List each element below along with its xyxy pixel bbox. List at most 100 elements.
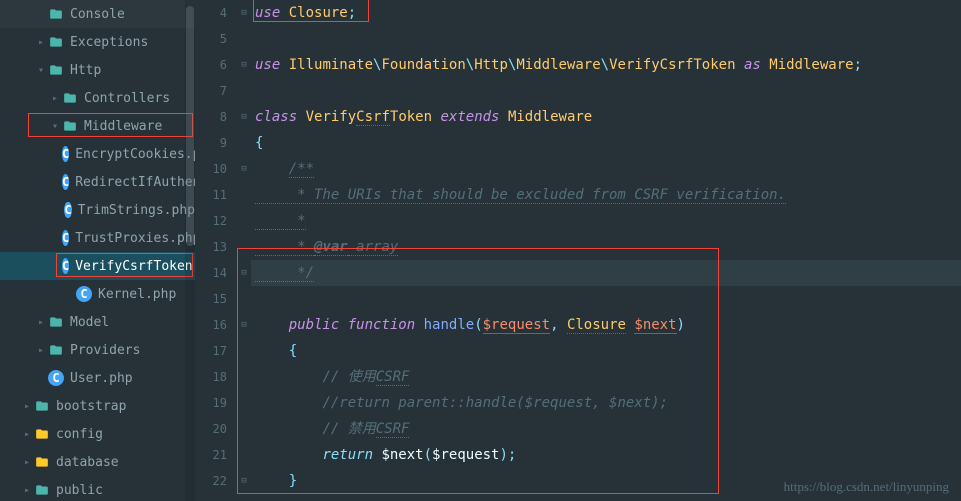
tree-item-providers[interactable]: ▸ Providers — [0, 336, 195, 364]
line-number: 10 — [195, 156, 227, 182]
line-number: 4 — [195, 0, 227, 26]
code-line[interactable]: use Illuminate\Foundation\Http\Middlewar… — [251, 52, 961, 78]
line-number: 16 — [195, 312, 227, 338]
fold-mark[interactable] — [237, 26, 251, 52]
php-file-icon: C — [62, 146, 69, 162]
fold-mark[interactable]: ⊟ — [237, 104, 251, 130]
fold-mark[interactable] — [237, 208, 251, 234]
code-line[interactable]: { — [251, 130, 961, 156]
tree-item-label: Providers — [70, 343, 140, 358]
line-number: 20 — [195, 416, 227, 442]
line-number: 12 — [195, 208, 227, 234]
folder-icon — [34, 482, 50, 498]
highlight-box-use-closure — [253, 0, 369, 22]
code-editor[interactable]: 45678910111213141516171819202122 ⊟⊟⊟⊟⊟⊟⊟… — [195, 0, 961, 501]
tree-arrow-icon[interactable]: ▸ — [20, 429, 34, 440]
file-tree[interactable]: Console ▸ Exceptions ▾Http ▸ Controllers ▾Midd… — [0, 0, 195, 501]
tree-arrow-icon[interactable]: ▸ — [34, 345, 48, 356]
tree-item-trustproxies-php[interactable]: C TrustProxies.php — [0, 224, 195, 252]
tree-arrow-icon[interactable]: ▾ — [34, 65, 48, 76]
tree-item-label: public — [56, 483, 103, 498]
tree-item-redirectifauthenticated-php[interactable]: C RedirectIfAuthenticated.php — [0, 168, 195, 196]
code-line[interactable]: * — [251, 208, 961, 234]
tree-arrow-icon[interactable]: ▸ — [20, 401, 34, 412]
fold-mark[interactable]: ⊟ — [237, 156, 251, 182]
line-number: 7 — [195, 78, 227, 104]
line-number: 19 — [195, 390, 227, 416]
fold-mark[interactable] — [237, 182, 251, 208]
highlight-box — [56, 253, 193, 277]
code-line[interactable]: * The URIs that should be excluded from … — [251, 182, 961, 208]
config-icon — [34, 454, 50, 470]
folder-icon — [62, 90, 78, 106]
tree-item-label: EncryptCookies.php — [75, 147, 195, 162]
tree-item-label: Kernel.php — [98, 287, 176, 302]
code-line[interactable] — [251, 26, 961, 52]
line-number: 22 — [195, 468, 227, 494]
line-number: 13 — [195, 234, 227, 260]
tree-item-http[interactable]: ▾Http — [0, 56, 195, 84]
tree-item-database[interactable]: ▸ database — [0, 448, 195, 476]
tree-item-label: Controllers — [84, 91, 170, 106]
line-number: 21 — [195, 442, 227, 468]
tree-item-label: bootstrap — [56, 399, 126, 414]
fold-mark[interactable] — [237, 130, 251, 156]
line-number-gutter: 45678910111213141516171819202122 — [195, 0, 237, 501]
tree-item-label: database — [56, 455, 119, 470]
tree-item-verifycsrftoken-php[interactable]: CVerifyCsrfToken.php — [0, 252, 195, 280]
tree-item-encryptcookies-php[interactable]: C EncryptCookies.php — [0, 140, 195, 168]
tree-item-label: Console — [70, 7, 125, 22]
tree-item-user-php[interactable]: C User.php — [0, 364, 195, 392]
tree-item-label: config — [56, 427, 103, 442]
line-number: 11 — [195, 182, 227, 208]
tree-item-kernel-php[interactable]: C Kernel.php — [0, 280, 195, 308]
folder-icon — [48, 342, 64, 358]
line-number: 8 — [195, 104, 227, 130]
line-number: 5 — [195, 26, 227, 52]
folder-icon — [48, 34, 64, 50]
code-line[interactable] — [251, 78, 961, 104]
fold-mark[interactable]: ⊟ — [237, 0, 251, 26]
tree-item-model[interactable]: ▸ Model — [0, 308, 195, 336]
watermark-text: https://blog.csdn.net/linyunping — [784, 479, 949, 495]
tree-item-label: User.php — [70, 371, 133, 386]
highlight-box — [28, 113, 193, 137]
tree-item-bootstrap[interactable]: ▸ bootstrap — [0, 392, 195, 420]
tree-item-public[interactable]: ▸ public — [0, 476, 195, 501]
tree-item-config[interactable]: ▸ config — [0, 420, 195, 448]
php-file-icon: C — [64, 202, 71, 218]
tree-arrow-icon[interactable]: ▸ — [20, 485, 34, 496]
line-number: 15 — [195, 286, 227, 312]
tree-item-label: Exceptions — [70, 35, 148, 50]
code-line[interactable]: class VerifyCsrfToken extends Middleware — [251, 104, 961, 130]
fold-mark[interactable]: ⊟ — [237, 52, 251, 78]
sidebar-scrollbar[interactable] — [185, 0, 195, 501]
fold-mark[interactable] — [237, 78, 251, 104]
tree-item-console[interactable]: Console — [0, 0, 195, 28]
tree-item-exceptions[interactable]: ▸ Exceptions — [0, 28, 195, 56]
tree-item-label: TrustProxies.php — [75, 231, 195, 246]
php-file-icon: C — [62, 230, 69, 246]
folder-icon — [34, 398, 50, 414]
code-line[interactable]: /** — [251, 156, 961, 182]
tree-arrow-icon[interactable]: ▸ — [48, 93, 62, 104]
tree-arrow-icon[interactable]: ▸ — [34, 37, 48, 48]
config-icon — [34, 426, 50, 442]
tree-arrow-icon[interactable]: ▸ — [34, 317, 48, 328]
line-number: 14 — [195, 260, 227, 286]
line-number: 6 — [195, 52, 227, 78]
line-number: 17 — [195, 338, 227, 364]
tree-item-label: RedirectIfAuthenticated.php — [75, 175, 195, 190]
tree-item-label: Model — [70, 315, 109, 330]
tree-item-label: TrimStrings.php — [78, 203, 195, 218]
php-file-icon: C — [48, 370, 64, 386]
line-number: 18 — [195, 364, 227, 390]
php-file-icon: C — [76, 286, 92, 302]
tree-item-controllers[interactable]: ▸ Controllers — [0, 84, 195, 112]
tree-item-middleware[interactable]: ▾Middleware — [0, 112, 195, 140]
tree-arrow-icon[interactable]: ▸ — [20, 457, 34, 468]
php-file-icon: C — [62, 174, 69, 190]
tree-item-trimstrings-php[interactable]: C TrimStrings.php — [0, 196, 195, 224]
line-number: 9 — [195, 130, 227, 156]
folder-icon — [48, 314, 64, 330]
